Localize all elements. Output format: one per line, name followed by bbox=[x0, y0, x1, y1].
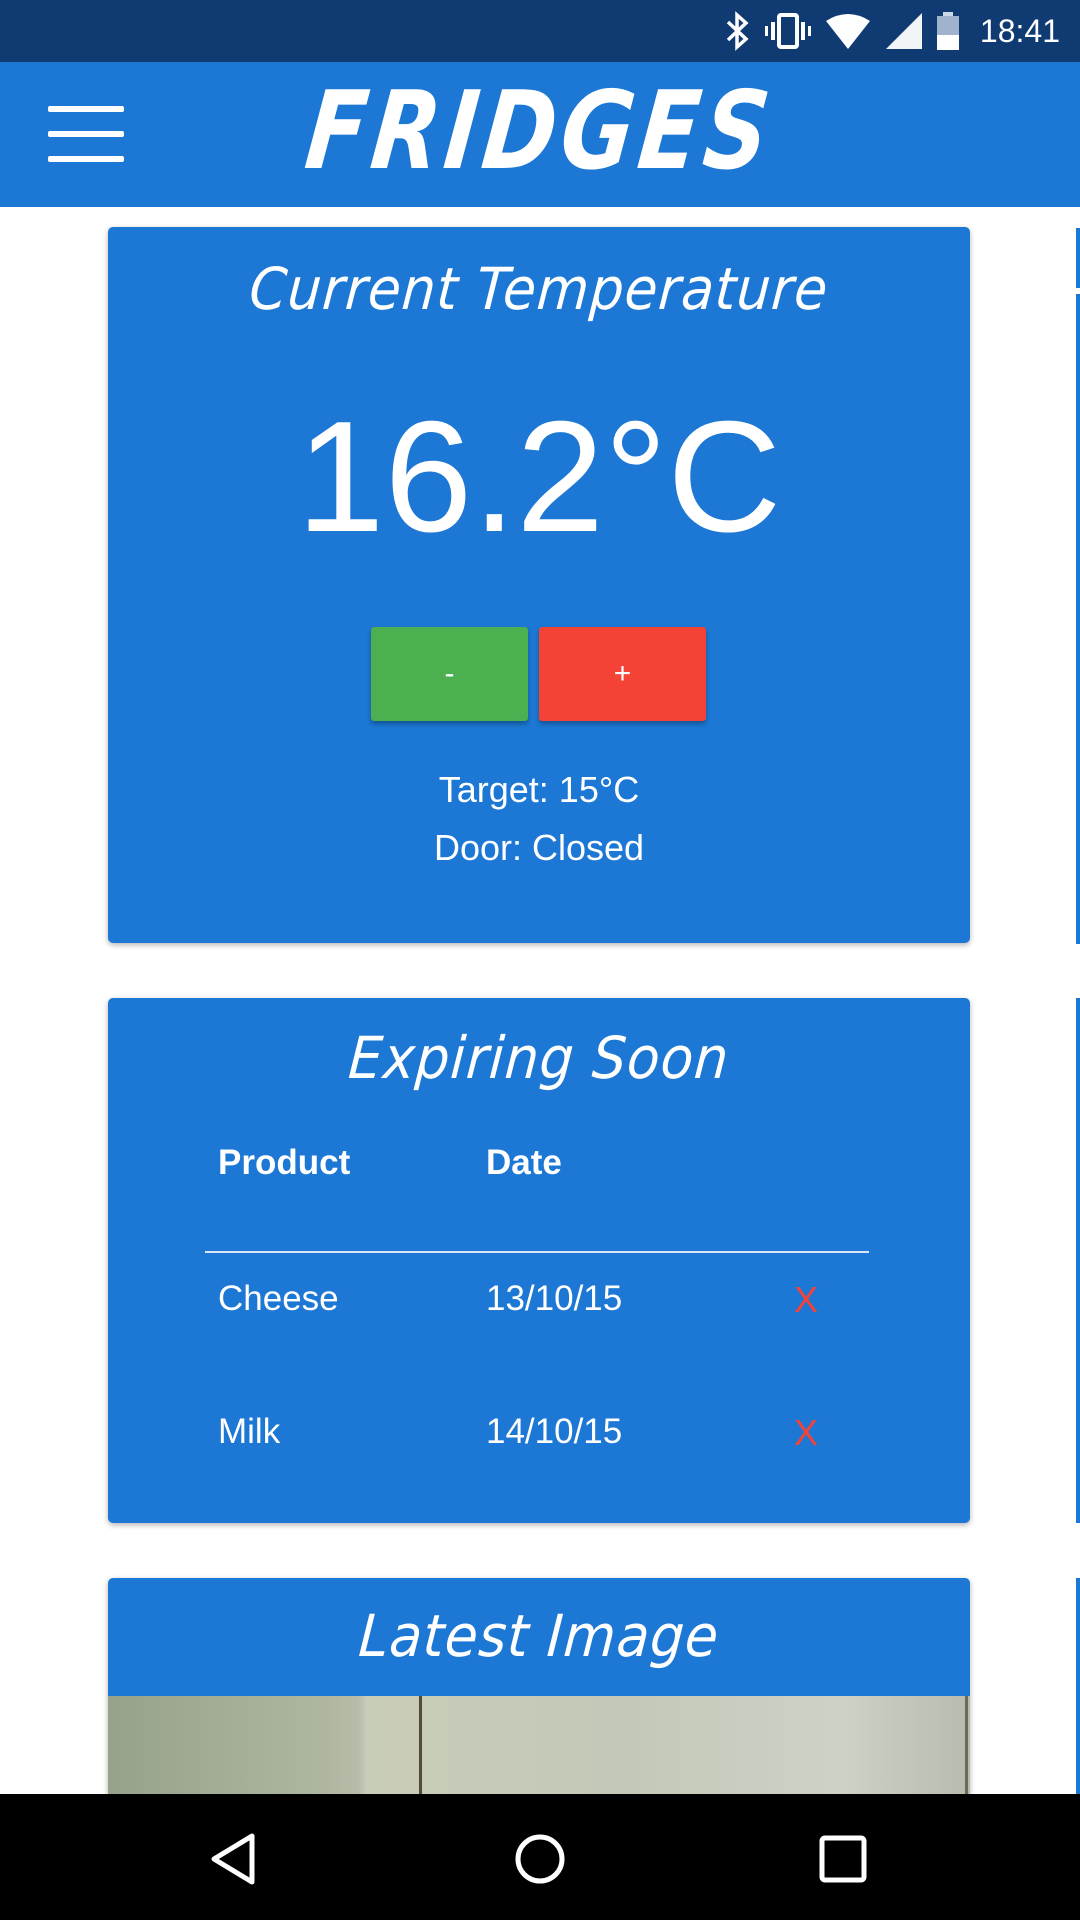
door-status: Door: Closed bbox=[433, 827, 645, 868]
vibrate-icon bbox=[764, 13, 811, 49]
image-detail bbox=[419, 1696, 422, 1794]
current-temperature: 16.2°C bbox=[296, 389, 782, 565]
side-edge bbox=[1076, 228, 1080, 288]
recents-icon[interactable] bbox=[808, 1824, 878, 1894]
status-icons: 18:41 bbox=[722, 0, 1060, 62]
column-header-date: Date bbox=[486, 1143, 562, 1182]
bluetooth-icon bbox=[726, 11, 749, 51]
side-edge bbox=[1076, 998, 1080, 1523]
app-bar: FRIDGES bbox=[0, 62, 1080, 207]
date-cell: 13/10/15 bbox=[486, 1279, 623, 1318]
product-cell: Milk bbox=[218, 1412, 281, 1451]
card-title: Latest Image bbox=[356, 1602, 722, 1670]
app-title: FRIDGES bbox=[300, 69, 780, 194]
side-edge bbox=[1076, 1578, 1080, 1794]
wifi-icon bbox=[825, 14, 870, 49]
status-bar: 18:41 bbox=[0, 0, 1080, 62]
target-temperature: Target: 15°C bbox=[438, 769, 640, 810]
status-time: 18:41 bbox=[979, 12, 1060, 49]
table-divider bbox=[205, 1251, 869, 1253]
battery-icon bbox=[936, 12, 959, 50]
decrease-temperature-button[interactable]: - bbox=[371, 627, 528, 721]
fridge-image[interactable] bbox=[108, 1696, 970, 1794]
home-icon[interactable] bbox=[505, 1824, 575, 1894]
remove-item-button[interactable]: X bbox=[794, 1279, 818, 1321]
back-icon[interactable] bbox=[200, 1824, 270, 1894]
increase-temperature-button[interactable]: + bbox=[539, 627, 706, 721]
remove-item-button[interactable]: X bbox=[794, 1412, 818, 1454]
image-detail bbox=[965, 1696, 968, 1794]
date-cell: 14/10/15 bbox=[486, 1412, 623, 1451]
card-title: Current Temperature bbox=[247, 255, 831, 323]
latest-image-card: Latest Image bbox=[108, 1578, 970, 1794]
card-title: Expiring Soon bbox=[346, 1024, 732, 1092]
expiring-card: Expiring Soon Product Date Cheese 13/10/… bbox=[108, 998, 970, 1523]
signal-icon bbox=[885, 13, 922, 49]
side-edge bbox=[1076, 294, 1080, 944]
product-cell: Cheese bbox=[218, 1279, 339, 1318]
temperature-card: Current Temperature 16.2°C - + Target: 1… bbox=[108, 227, 970, 943]
column-header-product: Product bbox=[218, 1143, 351, 1182]
navigation-bar bbox=[0, 1794, 1080, 1920]
